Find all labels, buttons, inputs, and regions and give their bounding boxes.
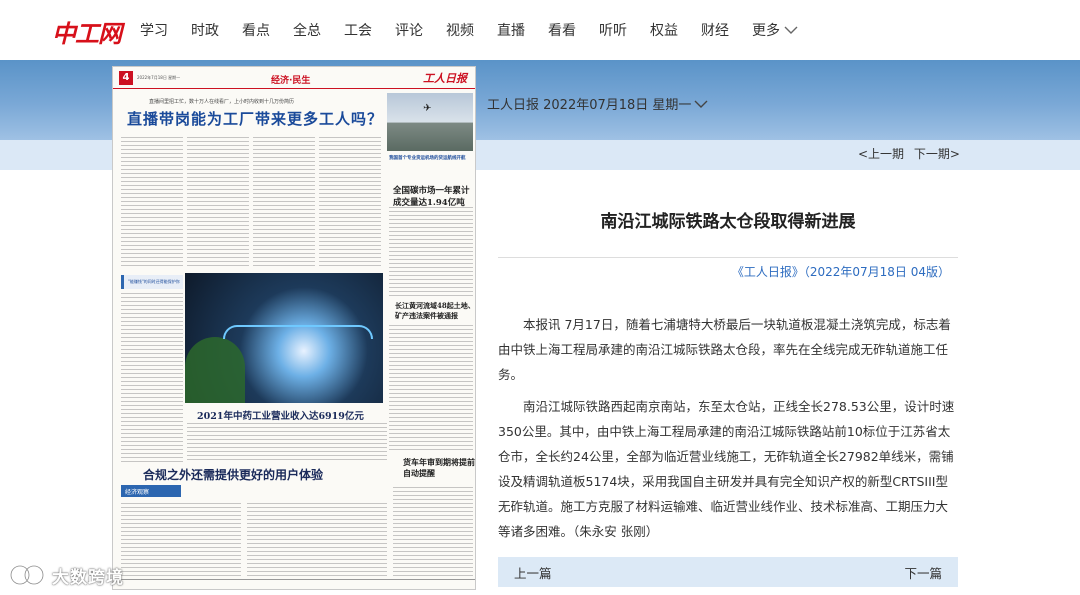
text-column [393, 487, 473, 579]
article-body: 本报讯 7月17日，随着七浦塘特大桥最后一块轨道板混凝土浇筑完成，标志着由中铁上… [498, 312, 958, 551]
headline-carbon-market[interactable]: 全国碳市场一年累计成交量达1.94亿吨 [393, 185, 473, 209]
newspaper-headline[interactable]: 直播带岗能为工厂带来更多工人吗？ [127, 108, 383, 129]
side-box-label: "能赚钱"的同时还得能保护你 [128, 279, 180, 284]
newspaper-date: 2022年7月18日 星期一 [137, 75, 181, 80]
issue-pager: <上一期 下一期> [855, 145, 963, 162]
article-paragraph: 南沿江城际铁路西起南京南站，东至太仓站，正线全长278.53公里，设计时速350… [498, 399, 955, 539]
nav-item-live[interactable]: 直播 [497, 20, 525, 40]
newspaper-page-thumbnail[interactable]: 4 2022年7月18日 星期一 经济·民生 工人日报 直播间里招工忙，数十万人… [112, 66, 476, 590]
article-title: 南沿江城际铁路太仓段取得新进展 [600, 212, 856, 232]
watermark-text: 大数跨境 [52, 567, 124, 588]
chevron-down-icon [784, 26, 798, 34]
column-box-label: 经济观察 [125, 489, 150, 496]
nav-item-highlights[interactable]: 看点 [242, 20, 270, 40]
prev-issue-link[interactable]: <上一期 [858, 147, 904, 161]
nav-item-watch[interactable]: 看看 [548, 20, 576, 40]
watermark-logo-icon [9, 564, 45, 586]
headline-compliance[interactable]: 合规之外还需提供更好的用户体验 [143, 466, 323, 483]
nav-item-more[interactable]: 更多 [752, 20, 798, 40]
title-divider [498, 257, 958, 258]
text-column [121, 503, 241, 579]
next-article-link[interactable]: 下一篇 [904, 563, 942, 582]
top-nav: 中工网 学习 时政 看点 全总 工会 评论 视频 直播 看看 听听 权益 财经 … [0, 0, 1080, 60]
article-paragraph: 本报讯 7月17日，随着七浦塘特大桥最后一块轨道板混凝土浇筑完成，标志着由中铁上… [498, 317, 951, 382]
chevron-down-icon [694, 100, 708, 108]
text-column [187, 423, 387, 461]
photo-trees [185, 337, 245, 403]
text-column [121, 137, 183, 267]
next-issue-link[interactable]: 下一期> [914, 147, 960, 161]
text-column [121, 293, 183, 463]
issue-date-label: 工人日报 2022年07月18日 星期一 [487, 98, 692, 113]
nav-item-union[interactable]: 工会 [344, 20, 372, 40]
airport-photo [387, 93, 473, 151]
text-column [319, 137, 381, 267]
nav-more-label: 更多 [752, 23, 780, 39]
article-source[interactable]: 《工人日报》（2022年07月18日 04版） [498, 263, 950, 280]
headline-truck[interactable]: 货车年审到期将提前自动提醒 [403, 457, 475, 479]
headline-yangtze[interactable]: 长江黄河流域48起土地、矿产违法案件被通报 [395, 301, 475, 321]
nav-menu: 学习 时政 看点 全总 工会 评论 视频 直播 看看 听听 权益 财经 更多 [140, 20, 821, 40]
text-column [389, 207, 473, 297]
text-column [253, 137, 315, 267]
nav-item-acftu[interactable]: 全总 [293, 20, 321, 40]
article-nav-bar: 上一篇 下一篇 [498, 557, 958, 587]
nav-item-study[interactable]: 学习 [140, 20, 168, 40]
nav-item-listen[interactable]: 听听 [599, 20, 627, 40]
photo-bridge [223, 325, 373, 339]
text-column [187, 137, 249, 267]
photo-caption: 我国首个专业货运机场的货运航线开航 [389, 156, 466, 161]
nav-item-finance[interactable]: 财经 [701, 20, 729, 40]
site-logo[interactable]: 中工网 [52, 14, 122, 49]
page-number-badge: 4 [119, 71, 133, 85]
side-highlight-box: "能赚钱"的同时还得能保护你 [121, 275, 183, 289]
newspaper-masthead: 工人日报 [423, 72, 467, 85]
nav-item-rights[interactable]: 权益 [650, 20, 678, 40]
nav-item-commentary[interactable]: 评论 [395, 20, 423, 40]
newspaper-section-label: 经济·民生 [271, 76, 311, 86]
prev-article-link[interactable]: 上一篇 [514, 563, 552, 582]
nav-item-video[interactable]: 视频 [446, 20, 474, 40]
watermark: 大数跨境 [8, 561, 124, 589]
newspaper-footer [113, 579, 475, 589]
nav-item-politics[interactable]: 时政 [191, 20, 219, 40]
airplane-icon: ✈ [423, 103, 432, 114]
text-column [389, 325, 473, 451]
newspaper-subheadline: 直播间里招工忙，数十万人在线看厂，上小时内收到十几万份简历 [149, 99, 295, 105]
text-column [247, 503, 387, 579]
headline-pharma[interactable]: 2021年中药工业营业收入达6919亿元 [197, 408, 364, 422]
issue-date-selector[interactable]: 工人日报 2022年07月18日 星期一 [487, 94, 708, 113]
